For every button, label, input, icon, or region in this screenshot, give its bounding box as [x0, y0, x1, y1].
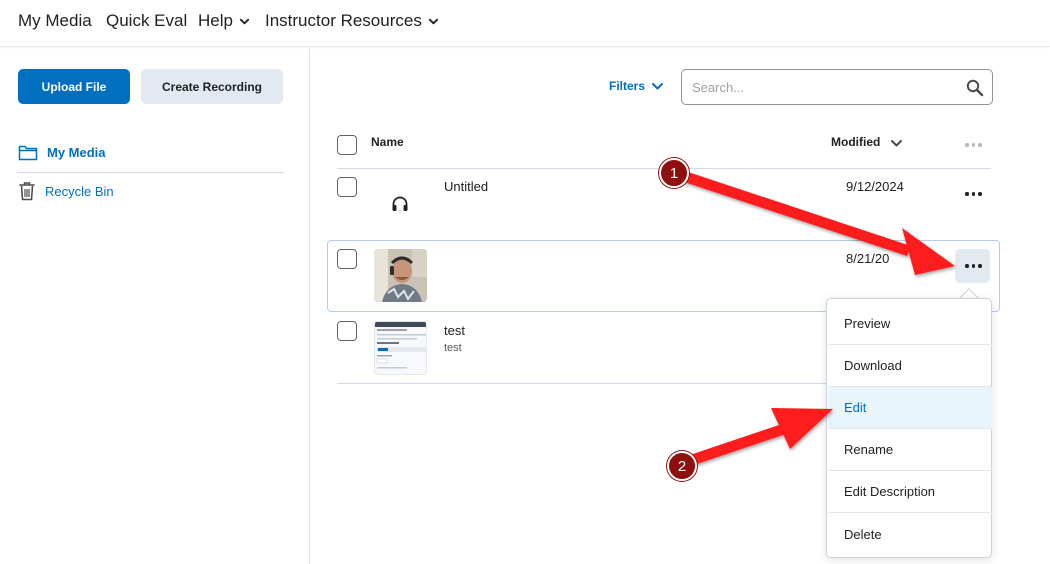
context-menu: Preview Download Edit Rename Edit Descri…	[826, 298, 992, 558]
media-title[interactable]: test	[444, 323, 465, 338]
create-recording-button[interactable]: Create Recording	[141, 69, 283, 104]
menu-item-download[interactable]: Download	[828, 345, 992, 387]
modified-date: 9/12/2024	[846, 179, 904, 194]
more-actions-icon	[965, 264, 982, 268]
sidebar: Upload File Create Recording My Media Re…	[0, 48, 310, 564]
sidebar-item-my-media[interactable]: My Media	[18, 144, 106, 161]
nav-instructor-resources-label: Instructor Resources	[265, 11, 422, 30]
nav-help[interactable]: Help	[198, 11, 250, 31]
column-header-name[interactable]: Name	[371, 135, 404, 149]
nav-quick-eval[interactable]: Quick Eval	[106, 11, 187, 31]
arrow-2	[681, 408, 833, 468]
chevron-down-icon	[652, 83, 664, 90]
nav-quick-eval-label: Quick Eval	[106, 11, 188, 30]
filters-label: Filters	[609, 79, 646, 93]
nav-help-label: Help	[198, 11, 233, 30]
folder-icon	[18, 145, 38, 161]
menu-item-delete[interactable]: Delete	[828, 513, 992, 555]
nav-my-media[interactable]: My Media	[18, 11, 92, 31]
sidebar-item-label: Recycle Bin	[45, 183, 114, 199]
filters-dropdown[interactable]: Filters	[609, 79, 664, 93]
nav-my-media-label: My Media	[18, 11, 92, 30]
select-all-checkbox[interactable]	[337, 135, 357, 155]
sort-chevron-icon[interactable]	[890, 138, 903, 148]
annotation-marker-1: 1	[659, 158, 689, 188]
menu-item-preview[interactable]: Preview	[828, 303, 992, 345]
video-thumbnail[interactable]	[374, 249, 427, 302]
trash-icon	[19, 182, 35, 201]
search-icon[interactable]	[966, 79, 984, 97]
column-header-modified[interactable]: Modified	[831, 135, 880, 149]
top-navigation: My Media Quick Eval Help Instructor Reso…	[0, 0, 1050, 47]
more-actions-icon[interactable]	[965, 192, 982, 196]
row-checkbox[interactable]	[337, 249, 357, 269]
sidebar-divider	[18, 172, 284, 173]
row-checkbox[interactable]	[337, 321, 357, 341]
chevron-down-icon	[239, 18, 250, 24]
row-checkbox[interactable]	[337, 177, 357, 197]
header-more-actions-icon[interactable]	[965, 143, 982, 147]
media-description: test	[444, 342, 462, 354]
sidebar-item-label: My Media	[47, 145, 106, 160]
search-box	[681, 69, 993, 105]
modified-date: 8/21/20	[846, 251, 890, 266]
upload-file-button[interactable]: Upload File	[18, 69, 130, 104]
headphones-icon	[392, 196, 408, 211]
menu-item-edit[interactable]: Edit	[828, 387, 992, 429]
media-title[interactable]: Untitled	[444, 179, 488, 194]
document-thumbnail[interactable]	[374, 321, 427, 375]
annotation-marker-2: 2	[667, 451, 697, 481]
nav-instructor-resources[interactable]: Instructor Resources	[265, 11, 439, 31]
menu-item-edit-description[interactable]: Edit Description	[828, 471, 992, 513]
more-actions-button-active[interactable]	[955, 249, 990, 283]
menu-item-rename[interactable]: Rename	[828, 429, 992, 471]
search-input[interactable]	[692, 78, 952, 96]
sidebar-item-recycle-bin[interactable]: Recycle Bin	[18, 181, 114, 201]
chevron-down-icon	[428, 18, 438, 24]
